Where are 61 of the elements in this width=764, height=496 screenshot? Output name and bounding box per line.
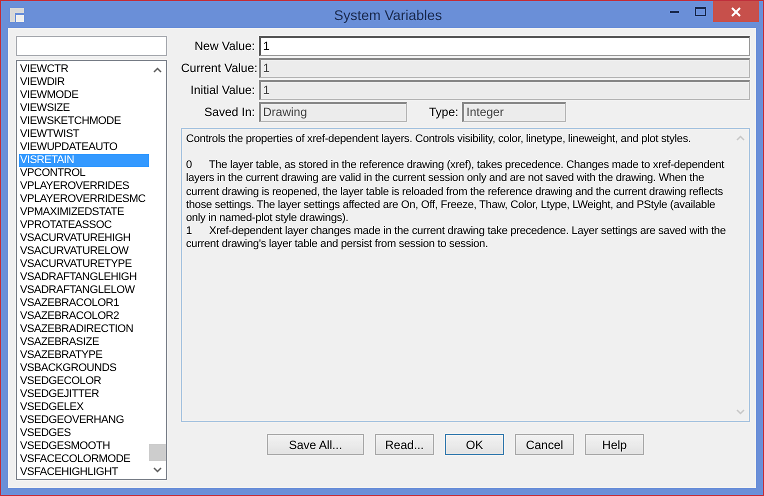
variable-item[interactable]: VSACURVATUREHIGH (19, 232, 149, 245)
field-label: Type: (429, 105, 458, 119)
scroll-up-icon (736, 135, 745, 141)
variable-item[interactable]: VSFACECOLORMODE (19, 453, 149, 466)
variable-item[interactable]: VSFACEHIGHLIGHT (19, 466, 149, 479)
variable-item[interactable]: VSAZEBRASIZE (19, 336, 149, 349)
dialog-button[interactable]: Save All... (267, 434, 364, 455)
variable-item[interactable]: VSEDGELEX (19, 401, 149, 414)
field-label: Current Value: (181, 61, 255, 75)
close-button[interactable] (713, 1, 759, 22)
window-title: System Variables (333, 6, 443, 22)
value-field: 1 (259, 58, 750, 78)
variable-item[interactable]: VPROTATEASSOC (19, 219, 149, 232)
variable-item[interactable]: VSAZEBRADIRECTION (19, 323, 149, 336)
value-field: 1 (259, 80, 750, 100)
variable-item[interactable]: VIEWMODE (19, 89, 149, 102)
scroll-down-icon[interactable] (153, 467, 162, 473)
variable-item[interactable]: VSEDGESMOOTH (19, 440, 149, 453)
field-label: New Value: (194, 39, 255, 53)
variable-item[interactable]: VSACURVATURELOW (19, 245, 149, 258)
scroll-thumb[interactable] (149, 444, 166, 461)
variable-item[interactable]: VSEDGECOLOR (19, 375, 149, 388)
field-label: Saved In: (203, 105, 255, 119)
variable-item[interactable]: VSAZEBRACOLOR2 (19, 310, 149, 323)
variable-item[interactable]: VSEDGEJITTER (19, 388, 149, 401)
value-field[interactable]: 1 (259, 36, 750, 56)
close-icon (731, 6, 741, 16)
variable-item[interactable]: VSAZEBRACOLOR1 (19, 297, 149, 310)
maximize-icon (694, 7, 706, 16)
description-text: Controls the properties of xref-dependent layers. Controls visibility, color, linetype, lineweight, and plot styles. (186, 133, 692, 146)
variable-item[interactable]: VPLAYEROVERRIDESMC (19, 193, 149, 206)
variable-item[interactable]: VSAZEBRATYPE (19, 349, 149, 362)
minimize-icon (670, 10, 678, 13)
dialog-button[interactable]: Read... (375, 434, 434, 455)
variable-item[interactable]: VSEDGEOVERHANG (19, 414, 149, 427)
variable-item[interactable]: VPMAXIMIZEDSTATE (19, 206, 149, 219)
type-field: Integer (462, 102, 566, 122)
dialog-button[interactable]: Cancel (515, 434, 574, 455)
saved-in-field: Drawing (259, 102, 407, 122)
field-label: Initial Value: (190, 83, 255, 97)
variable-item[interactable]: VSBACKGROUNDS (19, 362, 149, 375)
scroll-down-icon (736, 409, 745, 415)
app-icon (9, 6, 25, 22)
dialog-button[interactable]: OK (445, 434, 504, 455)
variable-item[interactable]: VIEWTWIST (19, 128, 149, 141)
variable-item[interactable]: VSEDGES (19, 427, 149, 440)
variable-item[interactable]: VSADRAFTANGLEHIGH (19, 271, 149, 284)
variable-item[interactable]: VIEWSKETCHMODE (19, 115, 149, 128)
option-description: 0 The layer table, as stored in the reference drawing (xref), takes precedence. Changes made to xref-dependent layers in the current drawing are valid in the current session only and are not saved with the drawing. When the current drawing is reopened, the layer table is reloaded from the reference drawing and the current drawing reflects those settings. The layer settings affected are On, Off, Freeze, Thaw, Color, Ltype, LWeight, and PStyle (available only in named-plot style drawings). (186, 159, 726, 226)
variable-item[interactable]: VSADRAFTANGLELOW (19, 284, 149, 297)
search-field[interactable] (16, 36, 167, 56)
variable-item[interactable]: VIEWUPDATEAUTO (19, 141, 149, 154)
variable-item[interactable]: VPCONTROL (19, 167, 149, 180)
scroll-up-icon[interactable] (153, 67, 162, 73)
variable-item[interactable]: VIEWCTR (19, 63, 149, 76)
dialog-button[interactable]: Help (585, 434, 644, 455)
variable-item[interactable]: VPLAYEROVERRIDES (19, 180, 149, 193)
option-description: 1 Xref-dependent layer changes made in the current drawing take precedence. Layer settings are saved with the current drawing's layer table and persist from session to session. (186, 225, 727, 252)
variable-item[interactable]: VIEWDIR (19, 76, 149, 89)
variable-item[interactable]: VSACURVATURETYPE (19, 258, 149, 271)
variable-item[interactable]: VIEWSIZE (19, 102, 149, 115)
